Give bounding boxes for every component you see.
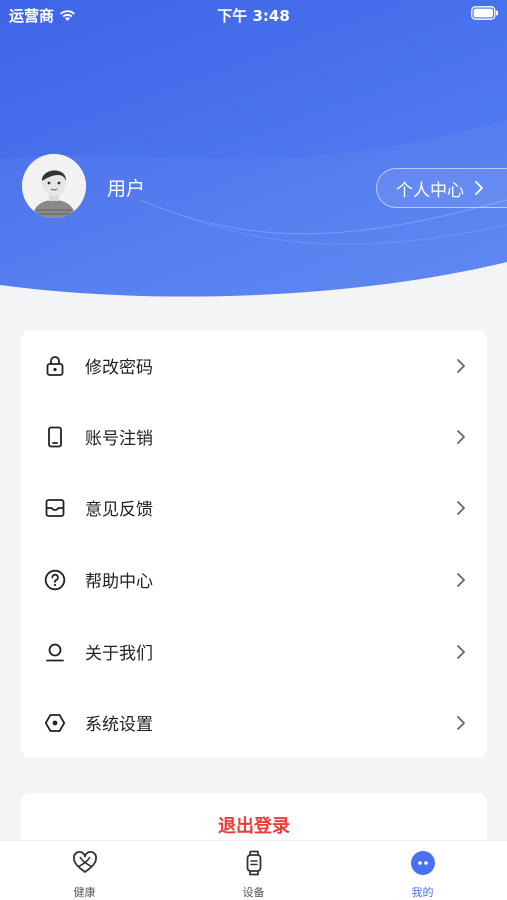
inbox-icon: [45, 498, 65, 517]
username: 用户: [107, 178, 146, 200]
chevron-right-icon: [457, 715, 465, 730]
menu-item-help-center[interactable]: 帮助中心: [21, 544, 487, 615]
menu-item-delete-account[interactable]: 账号注销: [21, 401, 487, 472]
menu-item-label: 账号注销: [85, 429, 153, 449]
battery-icon: [471, 6, 499, 24]
personal-center-label: 个人中心: [396, 180, 464, 201]
chevron-right-icon: [457, 429, 465, 444]
menu-item-label: 意见反馈: [85, 500, 153, 520]
menu-item-label: 系统设置: [85, 715, 153, 735]
tab-label: 设备: [242, 886, 265, 899]
menu-item-label: 帮助中心: [85, 572, 153, 592]
menu-item-label: 关于我们: [85, 644, 153, 664]
tab-bar: 健康 设备 我的: [0, 840, 507, 900]
question-icon: [44, 569, 66, 590]
logout-label: 退出登录: [218, 816, 290, 837]
header-wave-decoration: [0, 120, 507, 300]
menu-item-system-settings[interactable]: 系统设置: [21, 687, 487, 758]
heart-icon: [73, 851, 97, 873]
personal-center-button[interactable]: 个人中心: [376, 168, 507, 208]
person-icon: [46, 643, 64, 661]
chevron-right-icon: [457, 500, 465, 515]
menu-item-label: 修改密码: [85, 358, 153, 378]
avatar[interactable]: [22, 154, 86, 218]
chevron-right-icon: [475, 181, 483, 195]
tab-device[interactable]: 设备: [169, 841, 338, 900]
tab-health[interactable]: 健康: [0, 841, 169, 900]
profile-header: 运营商 下午 3:48 用户 个人中心: [0, 0, 507, 300]
tab-label: 健康: [73, 886, 96, 899]
menu-item-about-us[interactable]: 关于我们: [21, 616, 487, 687]
tab-mine[interactable]: 我的: [338, 841, 507, 900]
avatar-image: [22, 154, 86, 218]
profile-icon: [411, 851, 435, 875]
settings-icon: [44, 713, 66, 732]
chevron-right-icon: [457, 358, 465, 373]
menu-item-change-password[interactable]: 修改密码: [21, 330, 487, 401]
screen: 运营商 下午 3:48 用户 个人中心 修改密码 账号注销 意见反馈 帮助中心 …: [0, 0, 507, 900]
status-bar: 运营商 下午 3:48: [0, 0, 507, 28]
chevron-right-icon: [457, 572, 465, 587]
status-time: 下午 3:48: [217, 7, 290, 25]
watch-icon: [246, 850, 262, 876]
tab-label-active: 我的: [411, 886, 434, 899]
phone-icon: [48, 426, 62, 447]
settings-menu: 修改密码 账号注销 意见反馈 帮助中心 关于我们 系统设置: [21, 330, 487, 758]
menu-item-feedback[interactable]: 意见反馈: [21, 472, 487, 543]
lock-icon: [46, 355, 64, 376]
chevron-right-icon: [457, 644, 465, 659]
